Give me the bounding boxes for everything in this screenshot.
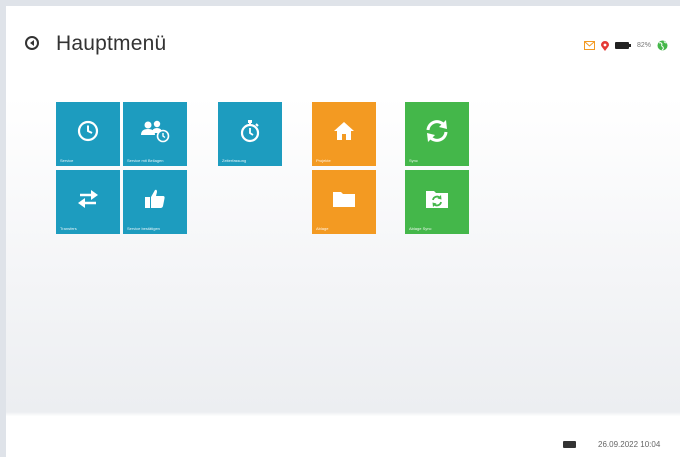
battery-percent: 82% <box>636 42 651 49</box>
folder-icon <box>333 192 355 207</box>
stopwatch-icon <box>240 120 260 143</box>
tile-ablage-sync[interactable]: Ablage Sync <box>405 170 469 234</box>
thumbs-up-icon <box>145 189 165 208</box>
back-icon <box>30 40 34 46</box>
page-title: Hauptmenü <box>56 32 167 55</box>
tile-label: Service bestätigen <box>127 226 160 231</box>
tile-label: Ablage <box>316 226 329 231</box>
header: Hauptmenü 82% <box>6 6 680 86</box>
home-icon <box>334 122 354 140</box>
tile-label: Sync <box>409 158 418 163</box>
tile-zeiterfassung[interactable]: Zeiterfassung <box>218 102 282 166</box>
tile-ablage[interactable]: Ablage <box>312 170 376 234</box>
tile-transfers[interactable]: Transfers <box>56 170 120 234</box>
clock-icon <box>77 120 99 142</box>
tile-label: Transfers <box>60 226 77 231</box>
status-bar: 82% <box>583 40 668 51</box>
sync-icon <box>426 120 448 142</box>
globe-icon <box>657 40 668 51</box>
mail-icon[interactable] <box>583 41 595 50</box>
tile-projekte[interactable]: Projekte <box>312 102 376 166</box>
location-icon <box>600 40 609 51</box>
tile-label: Zeiterfassung <box>222 158 247 163</box>
tile-label: Projekte <box>316 158 331 163</box>
tile-service[interactable]: Service <box>56 102 120 166</box>
users-clock-icon <box>141 120 170 143</box>
app-screen: Hauptmenü 82% Service Service mit Beilag… <box>6 6 680 457</box>
tile-service-mit-beilagen[interactable]: Service mit Beilagen <box>123 102 187 166</box>
transfer-icon <box>78 190 98 208</box>
tile-label: Ablage Sync <box>409 226 432 231</box>
back-button[interactable] <box>25 36 39 50</box>
tile-sync[interactable]: Sync <box>405 102 469 166</box>
keyboard-icon[interactable] <box>563 441 576 448</box>
tile-label: Service mit Beilagen <box>127 158 164 163</box>
tile-label: Service <box>60 158 74 163</box>
battery-icon <box>614 42 631 49</box>
footer: 26.09.2022 10:04 <box>6 431 680 457</box>
tile-service-bestaetigen[interactable]: Service bestätigen <box>123 170 187 234</box>
datetime: 26.09.2022 10:04 <box>598 440 661 449</box>
folder-sync-icon <box>426 191 448 208</box>
